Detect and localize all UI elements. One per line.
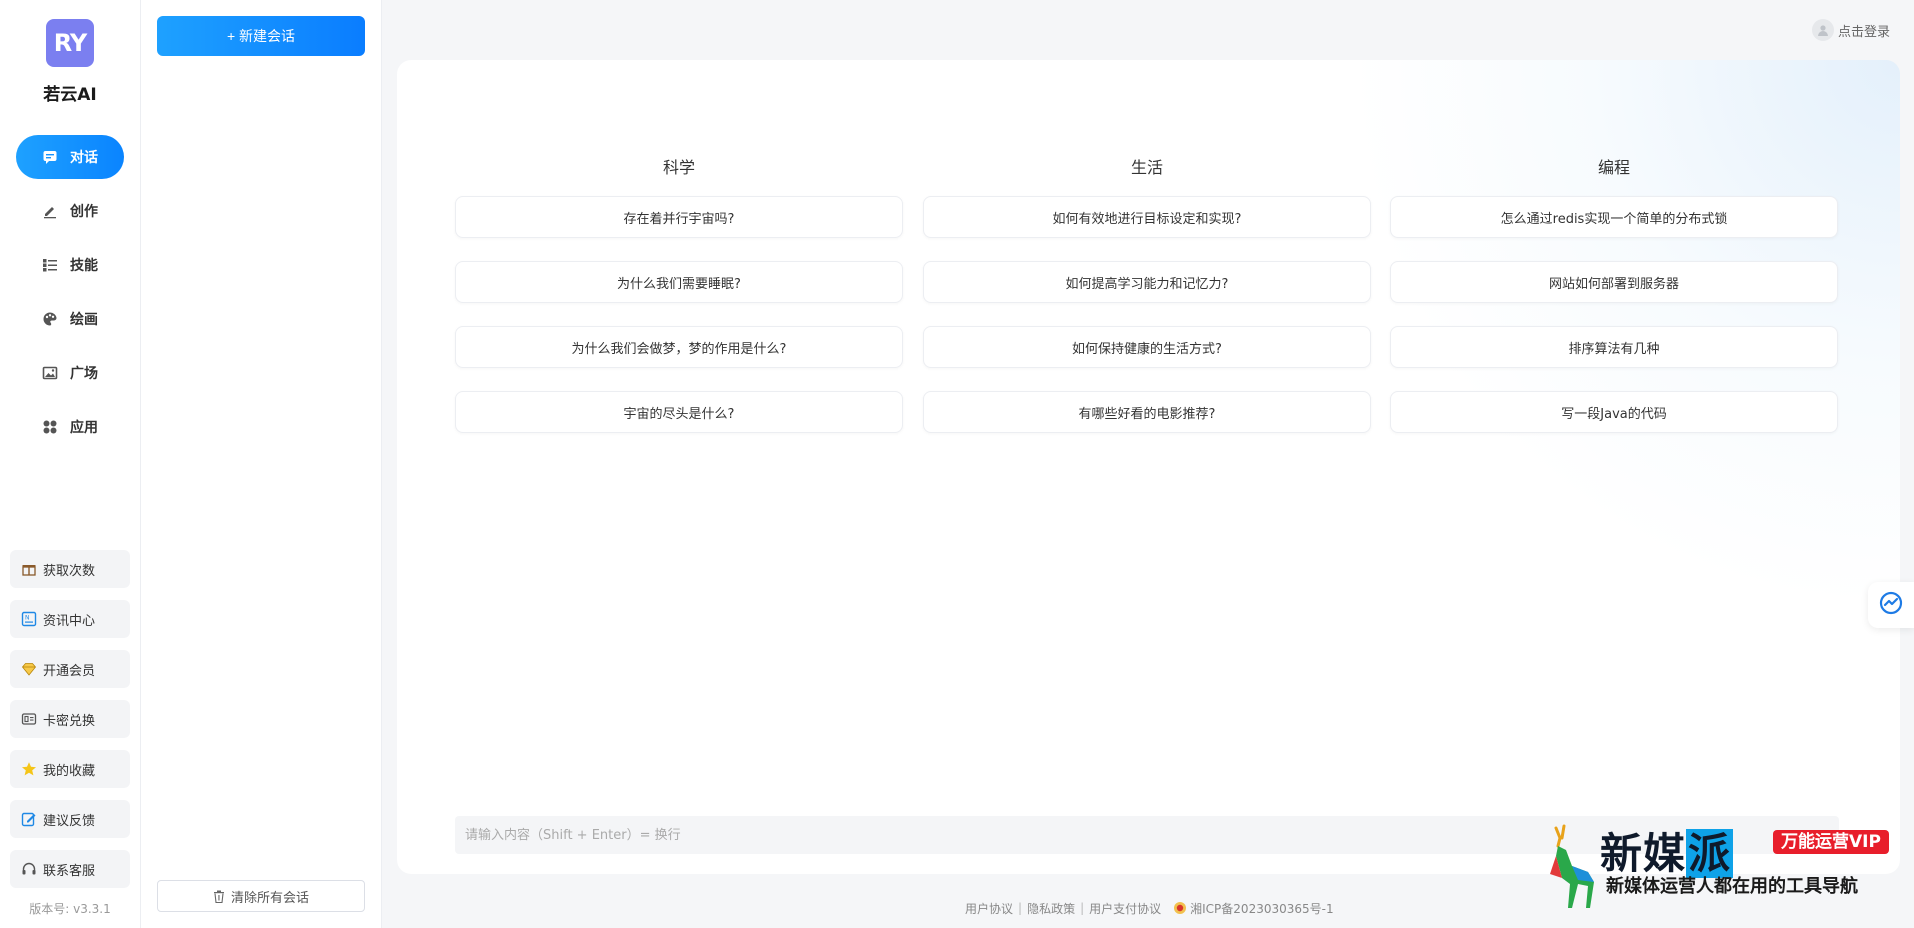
user-avatar-icon xyxy=(1812,19,1834,41)
suggestion-column-life: 生活 如何有效地进行目标设定和实现? 如何提高学习能力和记忆力? 如何保持健康的… xyxy=(923,156,1371,456)
footer: 用户协议 | 隐私政策 | 用户支付协议 湘ICP备2023030365号-1 xyxy=(965,898,1334,918)
chat-icon xyxy=(42,149,58,165)
util-label: 资讯中心 xyxy=(43,613,96,629)
app-name: 若云AI xyxy=(43,85,97,105)
watermark-subtitle: 新媒体运营人都在用的工具导航 xyxy=(1606,876,1858,897)
util-label: 开通会员 xyxy=(43,663,96,679)
suggestion-column-programming: 编程 怎么通过redis实现一个简单的分布式锁 网站如何部署到服务器 排序算法有… xyxy=(1390,156,1838,456)
trash-icon xyxy=(213,890,225,903)
footer-link-user-agreement[interactable]: 用户协议 xyxy=(965,900,1013,917)
watermark-banner: 新媒派 万能运营VIP 新媒体运营人都在用的工具导航 xyxy=(1538,818,1914,928)
list-icon xyxy=(42,257,58,273)
suggestion-question[interactable]: 存在着并行宇宙吗? xyxy=(455,196,903,238)
util-label: 建议反馈 xyxy=(43,813,96,829)
util-label: 我的收藏 xyxy=(43,763,96,779)
diamond-icon xyxy=(21,661,37,677)
suggestion-column-science: 科学 存在着并行宇宙吗? 为什么我们需要睡眠? 为什么我们会做梦，梦的作用是什么… xyxy=(455,156,903,456)
login-link[interactable]: 点击登录 xyxy=(1812,18,1890,42)
chat-main-card: 科学 存在着并行宇宙吗? 为什么我们需要睡眠? 为什么我们会做梦，梦的作用是什么… xyxy=(397,60,1900,874)
nav-item-label: 技能 xyxy=(70,258,98,274)
nav-item-apps[interactable]: 应用 xyxy=(16,405,124,449)
nav-item-label: 创作 xyxy=(70,204,98,220)
suggestion-question[interactable]: 如何提高学习能力和记忆力? xyxy=(923,261,1371,303)
app-logo: RY xyxy=(46,19,94,67)
column-title: 科学 xyxy=(662,158,695,177)
suggestion-question[interactable]: 如何有效地进行目标设定和实现? xyxy=(923,196,1371,238)
util-news-center[interactable]: N 资讯中心 xyxy=(10,600,130,638)
util-label: 卡密兑换 xyxy=(43,713,96,729)
card-icon xyxy=(21,711,37,727)
nav-item-label: 绘画 xyxy=(70,312,98,328)
watermark-vip-badge: 万能运营VIP xyxy=(1773,830,1889,854)
floating-assistant-button[interactable] xyxy=(1868,582,1914,628)
watermark-title-a: 新媒 xyxy=(1600,829,1687,878)
footer-link-payment-agreement[interactable]: 用户支付协议 xyxy=(1089,900,1161,917)
suggestion-question[interactable]: 宇宙的尽头是什么? xyxy=(455,391,903,433)
edit-icon xyxy=(21,811,37,827)
nav-item-draw[interactable]: 绘画 xyxy=(16,297,124,341)
util-label: 联系客服 xyxy=(43,863,96,879)
palette-icon xyxy=(42,311,58,327)
suggestion-question[interactable]: 有哪些好看的电影推荐? xyxy=(923,391,1371,433)
suggestion-question[interactable]: 网站如何部署到服务器 xyxy=(1390,261,1838,303)
pen-icon xyxy=(42,203,58,219)
nav-item-chat[interactable]: 对话 xyxy=(16,135,124,179)
suggestion-question[interactable]: 排序算法有几种 xyxy=(1390,326,1838,368)
suggestion-question[interactable]: 怎么通过redis实现一个简单的分布式锁 xyxy=(1390,196,1838,238)
icp-badge-icon xyxy=(1173,901,1187,915)
suggestion-question[interactable]: 为什么我们需要睡眠? xyxy=(455,261,903,303)
session-panel: + 新建会话 清除所有会话 xyxy=(141,0,382,928)
column-title: 编程 xyxy=(1597,158,1630,177)
new-chat-button[interactable]: + 新建会话 xyxy=(157,16,365,56)
suggestion-question[interactable]: 写一段Java的代码 xyxy=(1390,391,1838,433)
nav-item-create[interactable]: 创作 xyxy=(16,189,124,233)
assistant-chart-icon xyxy=(1878,590,1904,620)
left-nav: RY 若云AI 对话 创作 技能 绘画 广场 应用 获取次数 N 资讯中心 开通… xyxy=(0,0,141,928)
version-label: 版本号: v3.3.1 xyxy=(29,902,111,916)
util-get-credits[interactable]: 获取次数 xyxy=(10,550,130,588)
nav-item-label: 对话 xyxy=(70,150,98,166)
clear-all-label: 清除所有会话 xyxy=(230,890,309,906)
util-customer-service[interactable]: 联系客服 xyxy=(10,850,130,888)
util-label: 获取次数 xyxy=(43,563,96,579)
image-icon xyxy=(42,365,58,381)
clear-all-sessions-button[interactable]: 清除所有会话 xyxy=(157,880,365,912)
nav-item-label: 应用 xyxy=(70,420,98,436)
apps-icon xyxy=(42,419,58,435)
nav-item-label: 广场 xyxy=(70,366,98,382)
util-feedback[interactable]: 建议反馈 xyxy=(10,800,130,838)
util-favorites[interactable]: 我的收藏 xyxy=(10,750,130,788)
gift-icon xyxy=(21,561,37,577)
news-icon: N xyxy=(21,611,37,627)
footer-divider: | xyxy=(1080,901,1085,915)
deer-logo-icon xyxy=(1550,824,1594,908)
footer-link-privacy[interactable]: 隐私政策 xyxy=(1027,900,1075,917)
util-membership[interactable]: 开通会员 xyxy=(10,650,130,688)
nav-item-square[interactable]: 广场 xyxy=(16,351,124,395)
star-icon xyxy=(21,761,37,777)
login-label: 点击登录 xyxy=(1838,24,1891,40)
logo-text: RY xyxy=(53,29,88,57)
suggestion-question[interactable]: 如何保持健康的生活方式? xyxy=(923,326,1371,368)
headset-icon xyxy=(21,861,37,877)
nav-item-skills[interactable]: 技能 xyxy=(16,243,124,287)
svg-text:N: N xyxy=(25,615,30,622)
footer-icp[interactable]: 湘ICP备2023030365号-1 xyxy=(1190,900,1333,917)
suggestion-question[interactable]: 为什么我们会做梦，梦的作用是什么? xyxy=(455,326,903,368)
column-title: 生活 xyxy=(1130,158,1163,177)
watermark-title-b: 派 xyxy=(1686,829,1734,878)
util-card-redeem[interactable]: 卡密兑换 xyxy=(10,700,130,738)
footer-divider: | xyxy=(1018,901,1023,915)
